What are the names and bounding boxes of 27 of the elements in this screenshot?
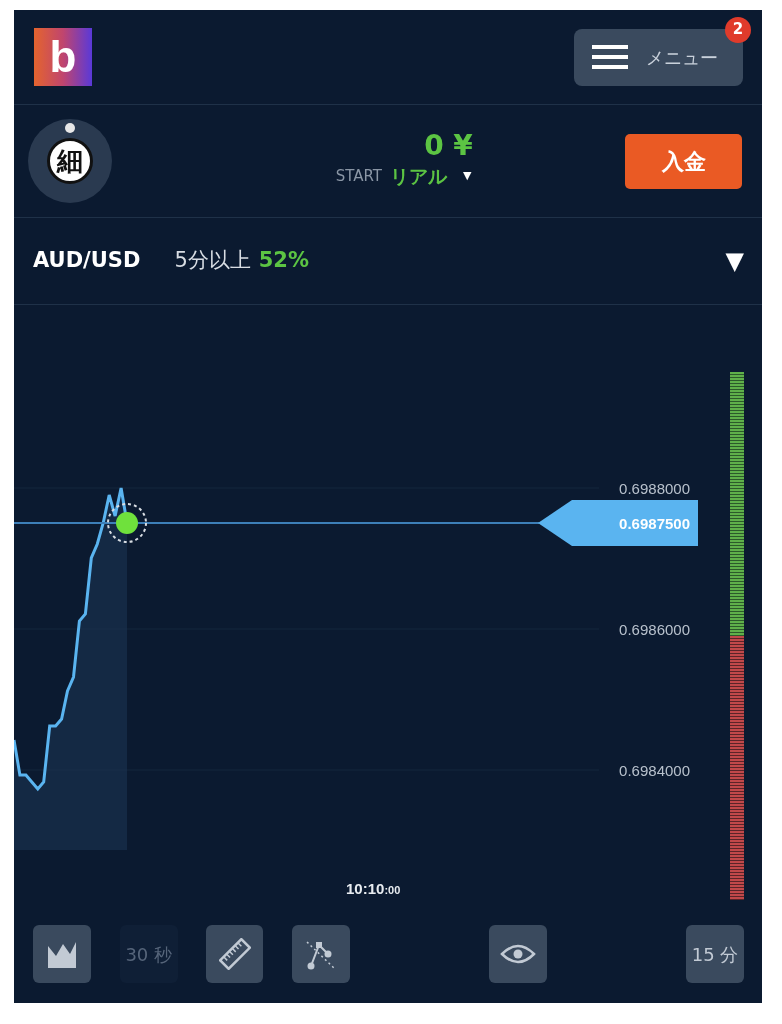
avatar[interactable]: 細 [28, 119, 112, 203]
ruler-icon [218, 938, 251, 970]
line-drawing-button[interactable] [292, 925, 351, 983]
price-axis-label: 0.6984000 [619, 762, 690, 779]
current-point-dot [116, 512, 138, 534]
price-axis-label: 0.6986000 [619, 621, 690, 638]
deposit-button[interactable]: 入金 [625, 133, 742, 189]
menu-icon [592, 44, 628, 70]
logo[interactable]: b [34, 28, 92, 86]
balance-amount: 0 ¥ [423, 131, 473, 163]
account-mode-selector[interactable]: リアル [389, 162, 447, 191]
marker-ring [107, 503, 147, 543]
expiry-condition: 5分以上 [174, 247, 251, 275]
interval-button[interactable]: 15 分 [686, 925, 744, 983]
price-axis-label: 0.6988000 [619, 480, 690, 497]
currency-pair[interactable]: AUD/USD [33, 245, 141, 277]
eye-button[interactable] [489, 925, 548, 983]
dropdown-caret[interactable]: ▼ [725, 243, 744, 279]
time-axis-label: 10:10:00 [346, 880, 401, 897]
ruler-button[interactable] [205, 925, 264, 983]
eye-icon [500, 942, 537, 966]
current-price-label: 0.6987500 [619, 515, 690, 532]
notification-badge: 2 [725, 16, 751, 43]
account-mode-label: START [335, 166, 382, 188]
caret-icon: ▼ [462, 168, 472, 185]
area-chart-button[interactable] [33, 925, 91, 983]
payout-percent: 52% [258, 247, 309, 275]
